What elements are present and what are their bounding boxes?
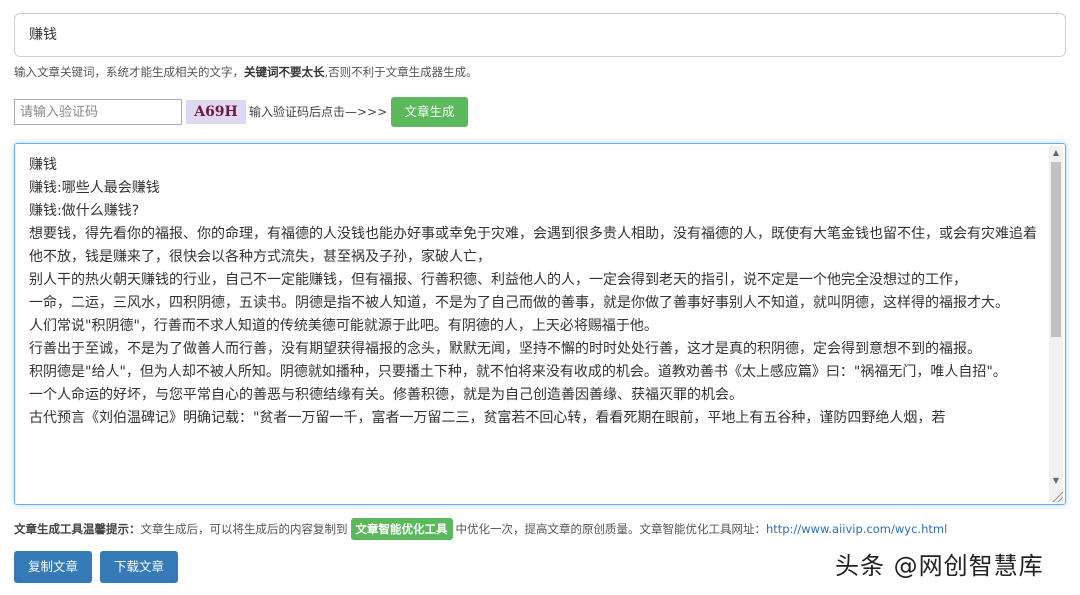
article-line: 一个人命运的好坏，与您平常自心的善恶与积德结缘有关。修善积德，就是为自己创造善因… [29, 387, 743, 403]
download-article-button[interactable]: 下载文章 [100, 551, 178, 583]
article-line: 积阴德是"给人"，但为人却不被人所知。阴德就如播种，只要播土下种，就不怕将来没有… [29, 364, 1007, 380]
keyword-hint: 输入文章关键词，系统才能生成相关的文字，关键词不要太长,否则不利于文章生成器生成… [14, 64, 478, 80]
article-line: 古代预言《刘伯温碑记》明确记载："贫者一万留一千，富者一万留二三，贫富若不回心转… [29, 410, 946, 426]
copy-article-button[interactable]: 复制文章 [14, 551, 92, 583]
article-line: 赚钱 [29, 157, 57, 173]
scroll-thumb[interactable] [1051, 162, 1061, 337]
tip-title: 文章生成工具温馨提示： [14, 522, 141, 536]
article-line: 想要钱，得先看你的福报、你的命理，有福德的人没钱也能办好事或幸免于灾难，会遇到很… [29, 226, 1037, 265]
article-line: 一命，二运，三风水，四积阴德，五读书。阴德是指不被人知道，不是为了自己而做的善事… [29, 295, 1009, 311]
scroll-up-icon[interactable]: ▲ [1049, 146, 1063, 160]
article-textarea[interactable]: 赚钱赚钱:哪些人最会赚钱 赚钱:做什么赚钱? 想要钱，得先看你的福报、你的命理，有福… [14, 143, 1066, 505]
article-line: 行善出于至诚，不是为了做善人而行善，没有期望获得福报的念头，默默无闻，坚持不懈的… [29, 341, 981, 357]
article-scrollbar[interactable]: ▲ ▼ [1049, 146, 1063, 502]
captcha-tip: 输入验证码后点击—>>> [249, 105, 388, 119]
optimize-tool-button[interactable]: 文章智能优化工具 [350, 518, 453, 540]
tip-text: 文章生成后，可以将生成后的内容复制到 [140, 522, 348, 536]
keyword-hint-text-end: ,否则不利于文章生成器生成。 [324, 65, 478, 79]
watermark: 头条 @网创智慧库 [835, 552, 1044, 580]
article-content: 赚钱赚钱:哪些人最会赚钱 赚钱:做什么赚钱? 想要钱，得先看你的福报、你的命理，有福… [29, 154, 1039, 430]
article-line: 人们常说"积阴德"，行善而不求人知道的传统美德可能就源于此吧。有阴德的人，上天必… [29, 318, 658, 334]
keyword-hint-text: 输入文章关键词，系统才能生成相关的文字， [14, 65, 244, 79]
article-line: 赚钱:哪些人最会赚钱 [29, 180, 160, 196]
keyword-hint-bold: 关键词不要太长 [244, 65, 325, 79]
captcha-image[interactable]: A69H [186, 100, 246, 124]
resize-grip-icon[interactable] [1051, 490, 1063, 502]
article-line: 别人干的热火朝天赚钱的行业，自己不一定能赚钱，但有福报、行善积德、利益他人的人，… [29, 272, 967, 288]
tip-text-2: 中优化一次，提高文章的原创质量。文章智能优化工具网址： [455, 522, 767, 536]
keyword-input[interactable]: 赚钱 [14, 13, 1066, 57]
generate-article-button[interactable]: 文章生成 [391, 97, 468, 127]
scroll-down-icon[interactable]: ▼ [1049, 474, 1063, 488]
article-line: 赚钱:做什么赚钱? [29, 203, 140, 219]
optimize-tool-link[interactable]: http://www.aiivip.com/wyc.html [766, 522, 947, 536]
captcha-input[interactable] [14, 99, 182, 125]
tip-row: 文章生成工具温馨提示：文章生成后，可以将生成后的内容复制到 文章智能优化工具 中优化… [14, 517, 947, 541]
